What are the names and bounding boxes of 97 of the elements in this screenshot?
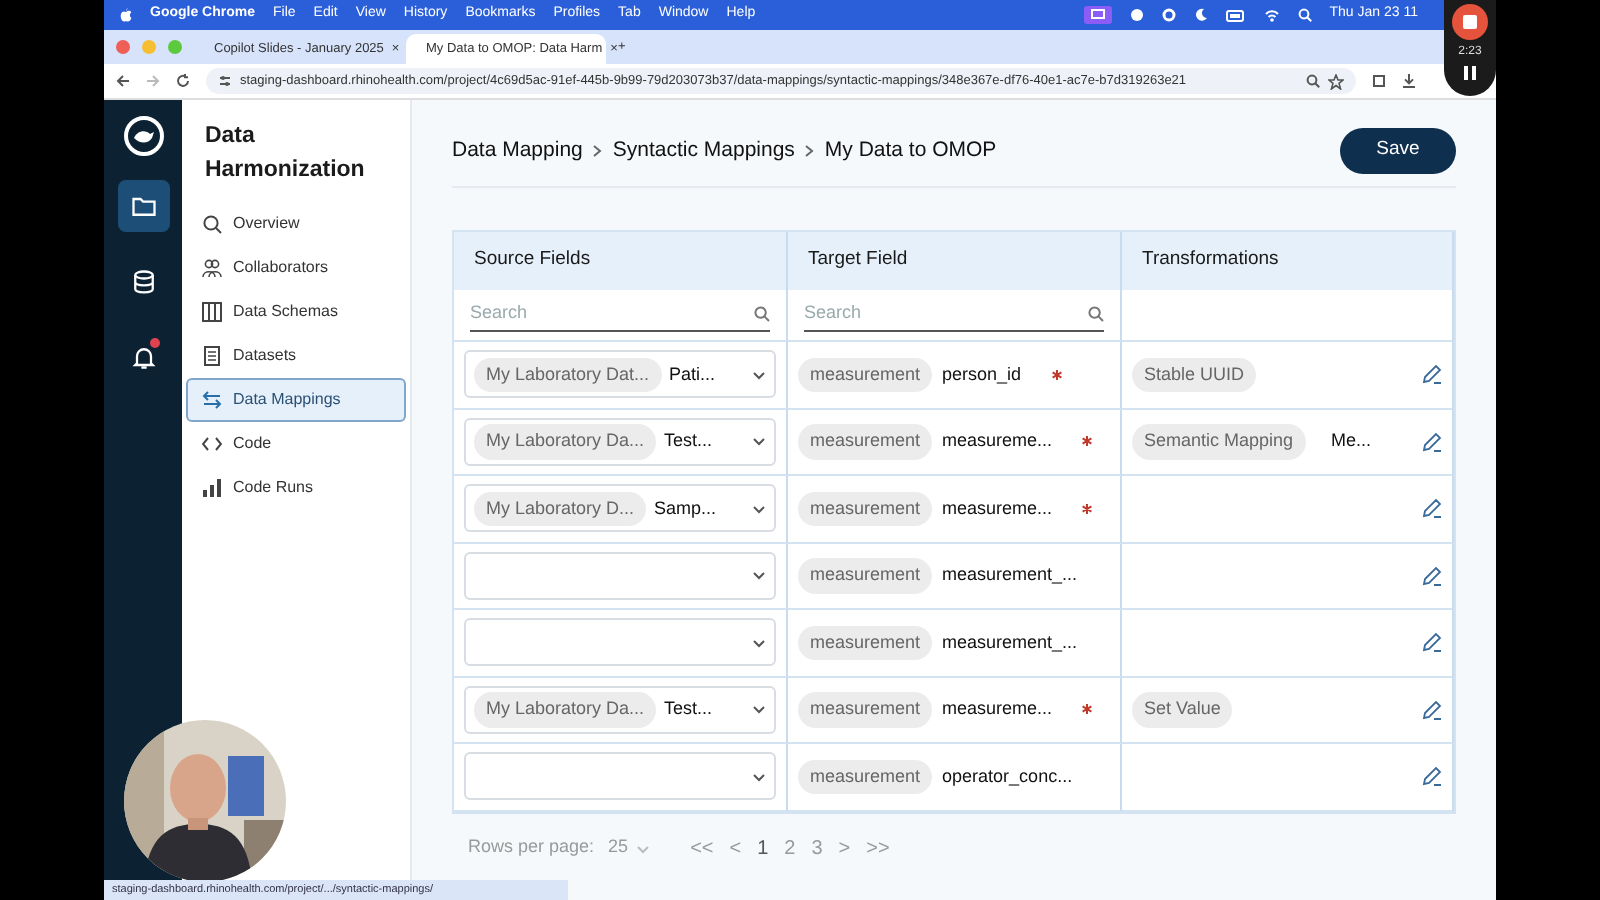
source-field-name: Test... <box>664 696 713 722</box>
folder-nav-button[interactable] <box>117 180 170 232</box>
dataset-chip: My Laboratory D... <box>474 491 647 526</box>
sidebar-item[interactable]: Data Schemas <box>186 290 406 335</box>
target-field-name: person_id <box>942 361 1022 388</box>
document-icon <box>202 346 223 367</box>
sidebar-item[interactable]: Collaborators <box>186 246 406 291</box>
table-chip: measurement <box>798 558 933 593</box>
sidebar-item[interactable]: Datasets <box>186 334 406 379</box>
zoom-icon[interactable] <box>1306 74 1320 88</box>
source-field-select[interactable]: My Laboratory Dat... Pati... <box>464 350 776 399</box>
people-icon <box>202 258 223 279</box>
target-field-name: operator_conc... <box>942 763 1073 790</box>
reload-icon[interactable] <box>176 74 190 88</box>
sidebar-item[interactable]: Code Runs <box>186 466 406 511</box>
chevron-down-icon <box>752 771 766 782</box>
source-field-select[interactable] <box>464 618 776 667</box>
chevron-right-icon <box>592 144 603 158</box>
back-icon[interactable] <box>116 74 130 88</box>
page-button[interactable]: 1 <box>755 833 771 863</box>
source-field-select[interactable] <box>464 551 776 600</box>
wifi-icon[interactable] <box>1263 8 1280 22</box>
columns-icon <box>202 302 223 323</box>
code-brackets-icon <box>202 434 223 455</box>
transformation-chip: Set Value <box>1132 692 1233 727</box>
breadcrumb-link[interactable]: Syntactic Mappings <box>612 135 795 167</box>
source-field-name: Test... <box>664 428 713 454</box>
source-field-select[interactable]: My Laboratory Da... Test... <box>464 417 776 466</box>
chevron-right-icon <box>804 144 815 158</box>
dataset-chip: My Laboratory Dat... <box>474 357 662 392</box>
search-field[interactable]: Search <box>804 300 1088 328</box>
breadcrumb-current: My Data to OMOP <box>824 135 997 166</box>
sidebar-item[interactable]: Data Mappings <box>186 378 406 423</box>
bookmark-star-icon[interactable] <box>1328 73 1344 89</box>
bar-chart-icon <box>202 478 223 499</box>
transformation-chip: Stable UUID <box>1132 357 1257 392</box>
target-field-name: measurement_... <box>942 562 1078 588</box>
source-field-select[interactable]: My Laboratory D... Samp... <box>464 484 776 533</box>
chevron-down-icon <box>752 503 766 514</box>
transformation-chip: Semantic Mapping <box>1132 424 1306 459</box>
edit-button[interactable] <box>1422 699 1442 720</box>
edit-button[interactable] <box>1422 431 1442 452</box>
table-chip: measurement <box>798 491 933 526</box>
table-chip: measurement <box>798 692 933 727</box>
search-icon[interactable] <box>1297 8 1312 22</box>
source-field-name: Pati... <box>669 361 716 387</box>
screen-share-icon[interactable] <box>1083 6 1112 24</box>
moon-icon[interactable] <box>1193 8 1208 22</box>
sidebar-item[interactable]: Overview <box>186 202 406 247</box>
chevron-down-icon <box>752 369 766 380</box>
chevron-down-icon <box>752 704 766 715</box>
edit-button[interactable] <box>1422 632 1442 653</box>
search-field[interactable]: Search <box>470 300 754 328</box>
database-icon <box>129 266 158 298</box>
download-icon[interactable] <box>1402 74 1416 88</box>
column-header: Target Field <box>788 232 1122 290</box>
chevron-down-icon <box>752 436 766 447</box>
apple-icon[interactable] <box>120 8 132 22</box>
source-field-name: Samp... <box>654 495 717 522</box>
sidebar-item[interactable]: Code <box>186 422 406 467</box>
bell-icon <box>129 342 158 374</box>
chevron-down-icon <box>752 570 766 581</box>
section-title: Data Harmonization <box>202 122 367 186</box>
target-field-name: measurement_... <box>942 629 1078 656</box>
column-header: Source Fields <box>454 232 788 290</box>
chevron-down-icon <box>752 637 766 648</box>
site-info-icon[interactable] <box>218 74 232 88</box>
dataset-chip: My Laboratory Da... <box>474 692 657 727</box>
table-chip: measurement <box>798 424 933 459</box>
battery-icon[interactable] <box>1225 9 1246 21</box>
target-field-name: measureme... <box>942 495 1053 521</box>
status-dot-icon[interactable] <box>1129 8 1144 22</box>
table-chip: measurement <box>798 625 933 660</box>
edit-button[interactable] <box>1422 565 1442 586</box>
target-field-name: measureme... <box>942 696 1053 722</box>
stop-recording-icon[interactable] <box>1452 4 1488 40</box>
breadcrumb-link[interactable]: Data Mapping <box>452 135 583 167</box>
save-button[interactable]: Save <box>1340 128 1456 174</box>
target-field-name: measureme... <box>942 428 1053 454</box>
source-field-select[interactable] <box>464 752 776 801</box>
search-icon <box>202 214 223 235</box>
table-chip: measurement <box>798 759 933 794</box>
pause-icon[interactable] <box>1464 66 1476 80</box>
search-icon <box>1088 306 1104 322</box>
column-header: Transformations <box>1122 232 1454 290</box>
edit-button[interactable] <box>1422 364 1442 385</box>
source-field-select[interactable]: My Laboratory Da... Test... <box>464 685 776 734</box>
swap-arrows-icon <box>202 390 223 411</box>
transformation-value: Me... <box>1331 428 1372 454</box>
table-chip: measurement <box>798 357 933 392</box>
search-icon <box>754 306 770 322</box>
chevron-down-icon <box>636 843 651 853</box>
dataset-chip: My Laboratory Da... <box>474 424 657 459</box>
app-logo-icon[interactable] <box>123 116 164 156</box>
edit-button[interactable] <box>1422 766 1442 787</box>
rows-per-page-label: Rows per page: <box>468 834 595 861</box>
edit-button[interactable] <box>1422 498 1442 519</box>
